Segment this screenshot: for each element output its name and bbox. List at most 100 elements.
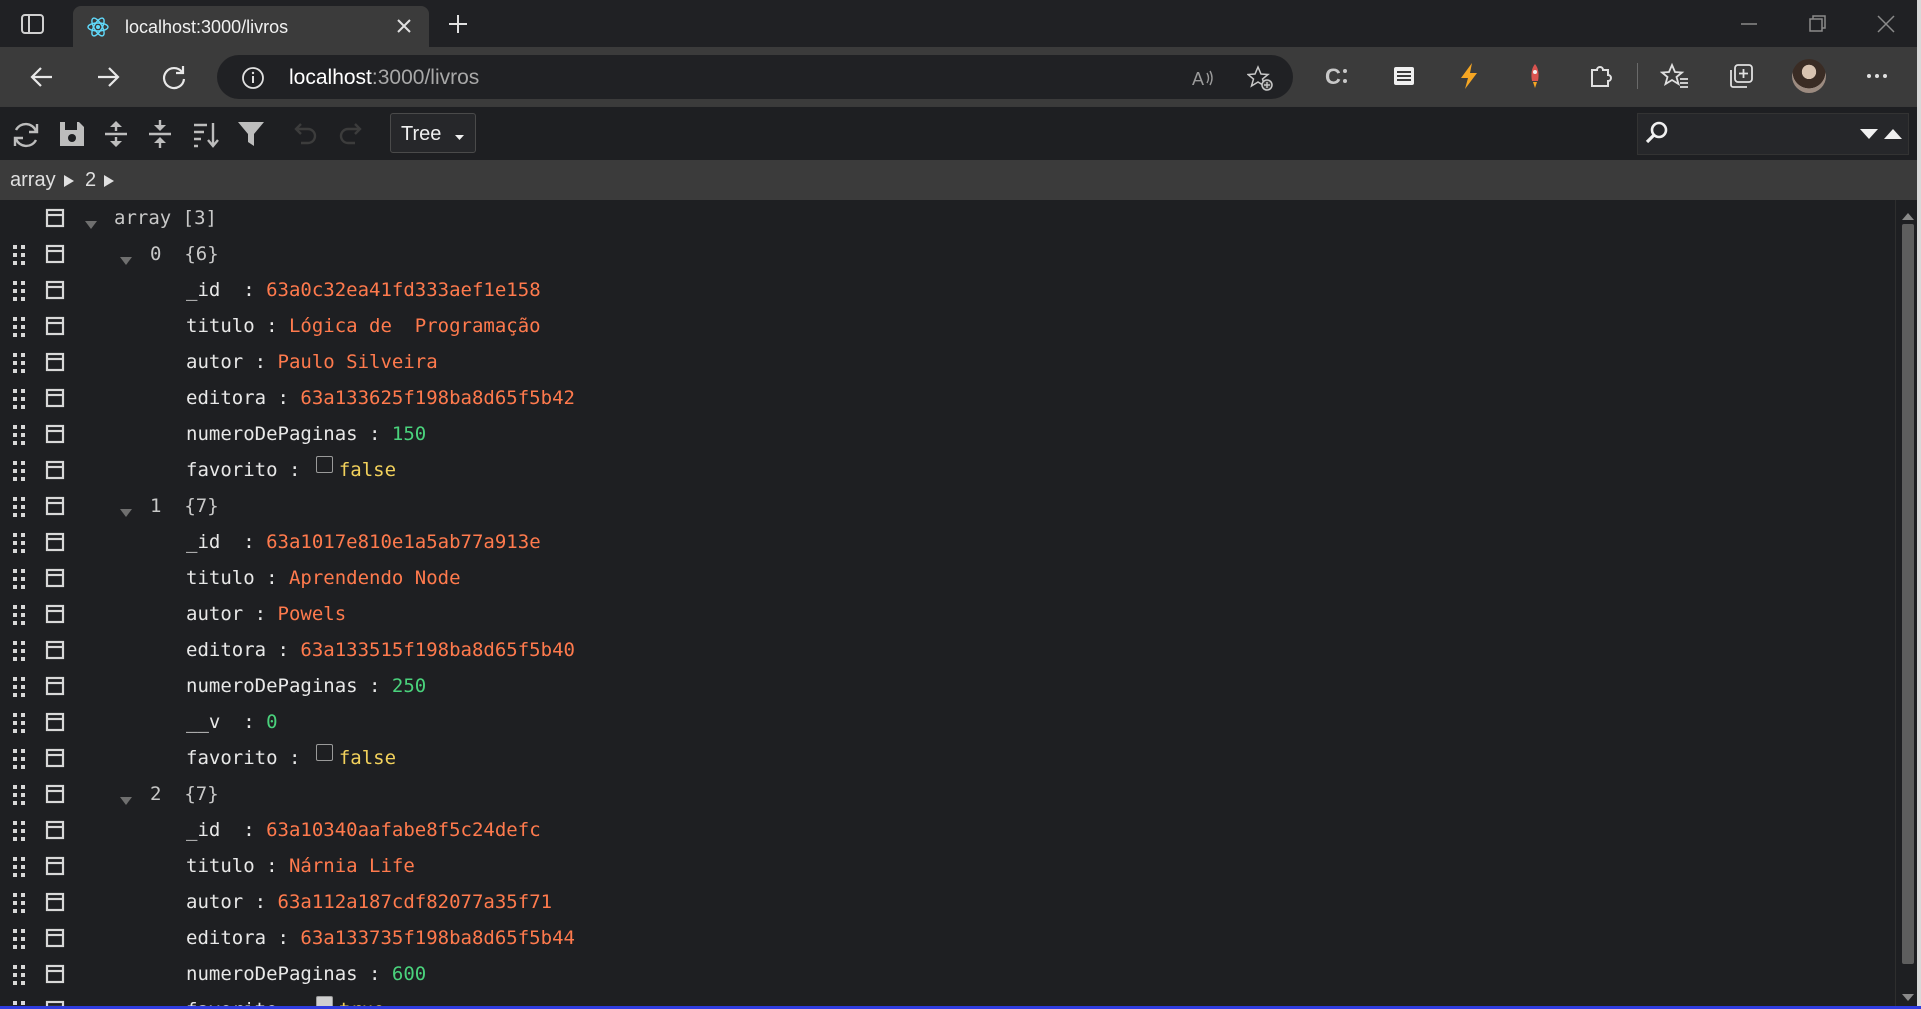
- minimize-icon[interactable]: [1737, 12, 1761, 36]
- field-key[interactable]: autor: [186, 351, 243, 373]
- context-menu-icon[interactable]: [45, 532, 65, 552]
- search-input[interactable]: [1676, 120, 1850, 148]
- drag-handle-icon[interactable]: [13, 785, 25, 805]
- context-menu-icon[interactable]: [45, 856, 65, 876]
- collections-icon[interactable]: [1726, 61, 1756, 91]
- drag-handle-icon[interactable]: [13, 893, 25, 913]
- context-menu-icon[interactable]: [45, 928, 65, 948]
- field-value[interactable]: 63a133515f198ba8d65f5b40: [300, 639, 575, 661]
- search-box[interactable]: [1637, 113, 1909, 155]
- breadcrumb-item-array[interactable]: array: [10, 169, 56, 192]
- field-value[interactable]: 250: [392, 675, 426, 697]
- drag-handle-icon[interactable]: [13, 461, 25, 481]
- field-key[interactable]: autor: [186, 603, 243, 625]
- sidebar-icon[interactable]: [20, 12, 46, 36]
- field-value[interactable]: 150: [392, 423, 426, 445]
- forward-icon[interactable]: [94, 63, 122, 91]
- context-menu-icon[interactable]: [45, 244, 65, 264]
- extension-c-icon[interactable]: C: [1323, 61, 1353, 91]
- extension-table-icon[interactable]: [1389, 61, 1419, 91]
- field-value[interactable]: Lógica de Programação: [289, 315, 541, 337]
- context-menu-icon[interactable]: [45, 892, 65, 912]
- object-node[interactable]: 0 {6}: [150, 243, 219, 265]
- drag-handle-icon[interactable]: [13, 821, 25, 841]
- object-node[interactable]: 1 {7}: [150, 495, 219, 517]
- scroll-up-icon[interactable]: [1902, 208, 1914, 220]
- info-icon[interactable]: [241, 66, 265, 90]
- field-value[interactable]: false: [339, 747, 396, 769]
- context-menu-icon[interactable]: [45, 964, 65, 984]
- context-menu-icon[interactable]: [45, 460, 65, 480]
- field-value[interactable]: 63a0c32ea41fd333aef1e158: [266, 279, 541, 301]
- drag-handle-icon[interactable]: [13, 425, 25, 445]
- search-next-prev-icon[interactable]: [1858, 126, 1906, 142]
- plus-icon[interactable]: [446, 12, 470, 36]
- expand-toggle-icon[interactable]: [120, 501, 132, 517]
- drag-handle-icon[interactable]: [13, 245, 25, 265]
- drag-handle-icon[interactable]: [13, 641, 25, 661]
- field-key[interactable]: numeroDePaginas: [186, 963, 358, 985]
- field-key[interactable]: editora: [186, 927, 266, 949]
- drag-handle-icon[interactable]: [13, 281, 25, 301]
- extension-bolt-icon[interactable]: [1454, 61, 1484, 91]
- drag-handle-icon[interactable]: [13, 965, 25, 985]
- field-key[interactable]: __v: [186, 711, 220, 733]
- scroll-down-icon[interactable]: [1902, 990, 1914, 1001]
- favorites-icon[interactable]: [1659, 61, 1690, 91]
- field-key[interactable]: titulo: [186, 315, 255, 337]
- context-menu-icon[interactable]: [45, 316, 65, 336]
- field-value[interactable]: 63a10340aafabe8f5c24defc: [266, 819, 541, 841]
- breadcrumb-separator-icon[interactable]: [63, 174, 75, 187]
- context-menu-icon[interactable]: [45, 784, 65, 804]
- add-favorite-icon[interactable]: [1246, 65, 1273, 91]
- refresh-icon[interactable]: [160, 63, 188, 91]
- back-icon[interactable]: [28, 63, 56, 91]
- context-menu-icon[interactable]: [45, 820, 65, 840]
- drag-handle-icon[interactable]: [13, 389, 25, 409]
- field-value[interactable]: false: [339, 459, 396, 481]
- field-key[interactable]: favorito: [186, 747, 278, 769]
- field-value[interactable]: 63a1017e810e1a5ab77a913e: [266, 531, 541, 553]
- refresh-icon[interactable]: [10, 119, 40, 149]
- drag-handle-icon[interactable]: [13, 713, 25, 733]
- array-node[interactable]: array [3]: [114, 207, 217, 229]
- drag-handle-icon[interactable]: [13, 749, 25, 769]
- field-key[interactable]: editora: [186, 639, 266, 661]
- boolean-checkbox[interactable]: [315, 456, 333, 473]
- browser-tab[interactable]: localhost:3000/livros: [73, 6, 429, 47]
- field-value[interactable]: 0: [266, 711, 277, 733]
- drag-handle-icon[interactable]: [13, 569, 25, 589]
- close-icon[interactable]: [395, 17, 413, 35]
- context-menu-icon[interactable]: [45, 496, 65, 516]
- object-node[interactable]: 2 {7}: [150, 783, 219, 805]
- sort-icon[interactable]: [191, 119, 221, 149]
- field-key[interactable]: autor: [186, 891, 243, 913]
- extensions-puzzle-icon[interactable]: [1586, 61, 1616, 91]
- close-window-icon[interactable]: [1874, 12, 1898, 36]
- extension-rocket-icon[interactable]: [1520, 61, 1550, 91]
- drag-handle-icon[interactable]: [13, 317, 25, 337]
- field-value[interactable]: Nárnia Life: [289, 855, 415, 877]
- address-bar[interactable]: localhost:3000/livros A: [217, 55, 1293, 99]
- context-menu-icon[interactable]: [45, 208, 65, 228]
- field-key[interactable]: editora: [186, 387, 266, 409]
- context-menu-icon[interactable]: [45, 604, 65, 624]
- more-icon[interactable]: [1862, 61, 1892, 91]
- context-menu-icon[interactable]: [45, 748, 65, 768]
- drag-handle-icon[interactable]: [13, 497, 25, 517]
- read-aloud-icon[interactable]: A: [1191, 65, 1217, 91]
- context-menu-icon[interactable]: [45, 676, 65, 696]
- field-key[interactable]: numeroDePaginas: [186, 675, 358, 697]
- field-key[interactable]: titulo: [186, 855, 255, 877]
- context-menu-icon[interactable]: [45, 424, 65, 444]
- breadcrumb-separator-icon[interactable]: [103, 174, 115, 187]
- field-value[interactable]: Paulo Silveira: [278, 351, 438, 373]
- context-menu-icon[interactable]: [45, 388, 65, 408]
- save-icon[interactable]: [57, 119, 87, 149]
- context-menu-icon[interactable]: [45, 280, 65, 300]
- filter-icon[interactable]: [236, 119, 266, 149]
- drag-handle-icon[interactable]: [13, 533, 25, 553]
- context-menu-icon[interactable]: [45, 712, 65, 732]
- expand-all-icon[interactable]: [101, 119, 131, 149]
- boolean-checkbox[interactable]: [315, 744, 333, 761]
